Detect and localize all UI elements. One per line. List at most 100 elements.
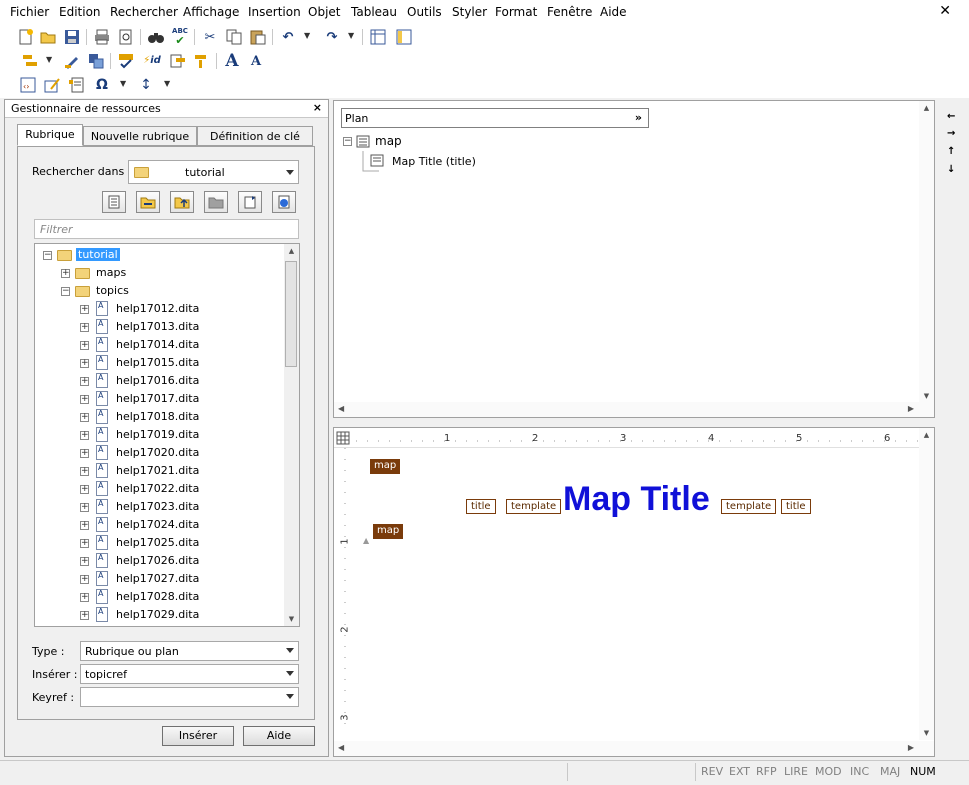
collapse-icon[interactable]: − xyxy=(61,287,70,296)
map-close-tag[interactable]: map xyxy=(373,524,404,539)
filter-input[interactable]: Filtrer xyxy=(34,219,299,239)
tab-rubrique[interactable]: Rubrique xyxy=(17,124,83,146)
menu-outils[interactable]: Outils xyxy=(407,5,442,19)
apply-template-icon[interactable] xyxy=(168,51,188,71)
map-open-tag[interactable]: map xyxy=(370,459,401,474)
expand-icon[interactable]: + xyxy=(80,521,89,530)
tree-row-file[interactable]: + Ahelp17029.dita xyxy=(35,606,285,624)
redo-dropdown-icon[interactable]: ▼ xyxy=(348,31,354,40)
type-select[interactable]: Rubrique ou plan xyxy=(80,641,299,661)
validate-element-icon[interactable] xyxy=(116,51,136,71)
scroll-up-icon[interactable]: ▲ xyxy=(919,431,934,439)
outline-node-title[interactable]: Map Title (title) xyxy=(370,153,570,171)
menu-format[interactable]: Format xyxy=(495,5,537,19)
menu-insertion[interactable]: Insertion xyxy=(248,5,301,19)
insert-element-icon[interactable] xyxy=(20,51,40,71)
arrow-down-icon[interactable]: ↓ xyxy=(947,164,955,175)
arrow-up-icon[interactable]: ↑ xyxy=(947,146,955,157)
help-button[interactable]: Aide xyxy=(243,726,315,746)
expand-icon[interactable]: + xyxy=(80,467,89,476)
tree-row-file[interactable]: + Ahelp17024.dita xyxy=(35,516,285,534)
tree-row-file[interactable]: + Ahelp17023.dita xyxy=(35,498,285,516)
template-close-tag[interactable]: template xyxy=(721,499,777,514)
arrow-left-icon[interactable]: ← xyxy=(947,111,955,122)
special-char-dropdown-icon[interactable]: ▼ xyxy=(120,79,126,88)
tree-row-maps[interactable]: + maps xyxy=(35,264,285,282)
expand-icon[interactable]: + xyxy=(80,323,89,332)
menu-edition[interactable]: Edition xyxy=(59,5,101,19)
title-close-tag[interactable]: title xyxy=(781,499,811,514)
tree-row-file[interactable]: + Ahelp17026.dita xyxy=(35,552,285,570)
expand-icon[interactable]: + xyxy=(80,539,89,548)
increase-font-icon[interactable]: A xyxy=(222,51,242,71)
expand-icon[interactable]: + xyxy=(80,341,89,350)
tree-row-file[interactable]: + Ahelp17016.dita xyxy=(35,372,285,390)
scroll-up-icon[interactable]: ▲ xyxy=(284,247,299,255)
tree-row-file[interactable]: + Ahelp17027.dita xyxy=(35,570,285,588)
search-in-select[interactable]: tutorial xyxy=(128,160,299,184)
expand-icon[interactable]: + xyxy=(80,431,89,440)
expand-icon[interactable]: + xyxy=(61,269,70,278)
tree-row-file[interactable]: + Ahelp17020.dita xyxy=(35,444,285,462)
expand-icon[interactable]: + xyxy=(80,377,89,386)
editor-vscroll[interactable]: ▲ ▼ xyxy=(919,428,934,740)
save-icon[interactable] xyxy=(62,27,82,47)
tree-row-root[interactable]: − tutorial xyxy=(35,246,285,264)
tree-row-file[interactable]: + Ahelp17021.dita xyxy=(35,462,285,480)
menu-affichage[interactable]: Affichage xyxy=(183,5,239,19)
redo-icon[interactable]: ↷ xyxy=(322,27,342,47)
tree-row-file[interactable]: + Ahelp17025.dita xyxy=(35,534,285,552)
outline-hscroll[interactable]: ◀ ▶ xyxy=(334,402,934,417)
outline-vscroll[interactable]: ▲ ▼ xyxy=(919,101,934,403)
tree-scrollbar[interactable]: ▲ ▼ xyxy=(284,244,299,626)
scroll-right-icon[interactable]: ▶ xyxy=(908,404,914,413)
expand-icon[interactable]: + xyxy=(80,485,89,494)
line-spacing-dropdown-icon[interactable]: ▼ xyxy=(164,79,170,88)
expand-icon[interactable]: + xyxy=(80,449,89,458)
close-panel-icon[interactable]: × xyxy=(313,101,322,114)
new-folder-icon[interactable] xyxy=(204,191,228,213)
table-grid-icon[interactable] xyxy=(336,431,350,445)
cut-icon[interactable]: ✂ xyxy=(200,27,220,47)
tree-row-file[interactable]: + Ahelp17018.dita xyxy=(35,408,285,426)
scroll-down-icon[interactable]: ▼ xyxy=(919,392,934,400)
print-icon[interactable] xyxy=(92,27,112,47)
copy-icon[interactable] xyxy=(224,27,244,47)
show-tags-icon[interactable]: ‹› xyxy=(18,75,38,95)
scroll-down-icon[interactable]: ▼ xyxy=(919,729,934,737)
expand-icon[interactable]: + xyxy=(80,503,89,512)
undo-icon[interactable]: ↶ xyxy=(278,27,298,47)
spellcheck-icon[interactable]: ABC ✔ xyxy=(170,27,190,47)
tab-nouvelle-rubrique[interactable]: Nouvelle rubrique xyxy=(83,126,197,146)
print-preview-icon[interactable] xyxy=(116,27,136,47)
menu-fichier[interactable]: Fichier xyxy=(10,5,49,19)
expand-icon[interactable]: + xyxy=(80,413,89,422)
scroll-right-icon[interactable]: ▶ xyxy=(908,743,914,752)
expand-icon[interactable]: + xyxy=(80,611,89,620)
expand-icon[interactable]: + xyxy=(80,359,89,368)
insert-button[interactable]: Insérer xyxy=(162,726,234,746)
element-id-icon[interactable]: ⚡ id xyxy=(142,51,162,71)
outline-node-map[interactable]: − map xyxy=(341,133,641,151)
menu-aide[interactable]: Aide xyxy=(600,5,627,19)
template-open-tag[interactable]: template xyxy=(506,499,562,514)
paste-icon[interactable] xyxy=(248,27,268,47)
tree-row-file[interactable]: + Ahelp17013.dita xyxy=(35,318,285,336)
folder-up-icon[interactable] xyxy=(170,191,194,213)
expand-icon[interactable]: + xyxy=(80,395,89,404)
refresh-icon[interactable] xyxy=(238,191,262,213)
tree-row-file[interactable]: + Ahelp17019.dita xyxy=(35,426,285,444)
folder-back-icon[interactable] xyxy=(136,191,160,213)
editor-hscroll[interactable]: ◀ ▶ xyxy=(334,741,934,756)
tree-row-file[interactable]: + Ahelp17015.dita xyxy=(35,354,285,372)
open-folder-icon[interactable] xyxy=(38,27,58,47)
close-document-icon[interactable]: ✕ xyxy=(939,3,951,19)
omega-icon[interactable]: Ω xyxy=(92,75,112,95)
tree-row-topics[interactable]: − topics xyxy=(35,282,285,300)
arrow-right-icon[interactable]: → xyxy=(947,128,955,139)
edit-tags-icon[interactable] xyxy=(42,75,62,95)
tree-row-file[interactable]: + Ahelp17014.dita xyxy=(35,336,285,354)
title-open-tag[interactable]: title xyxy=(466,499,496,514)
expand-icon[interactable]: + xyxy=(80,557,89,566)
keyref-select[interactable] xyxy=(80,687,299,707)
